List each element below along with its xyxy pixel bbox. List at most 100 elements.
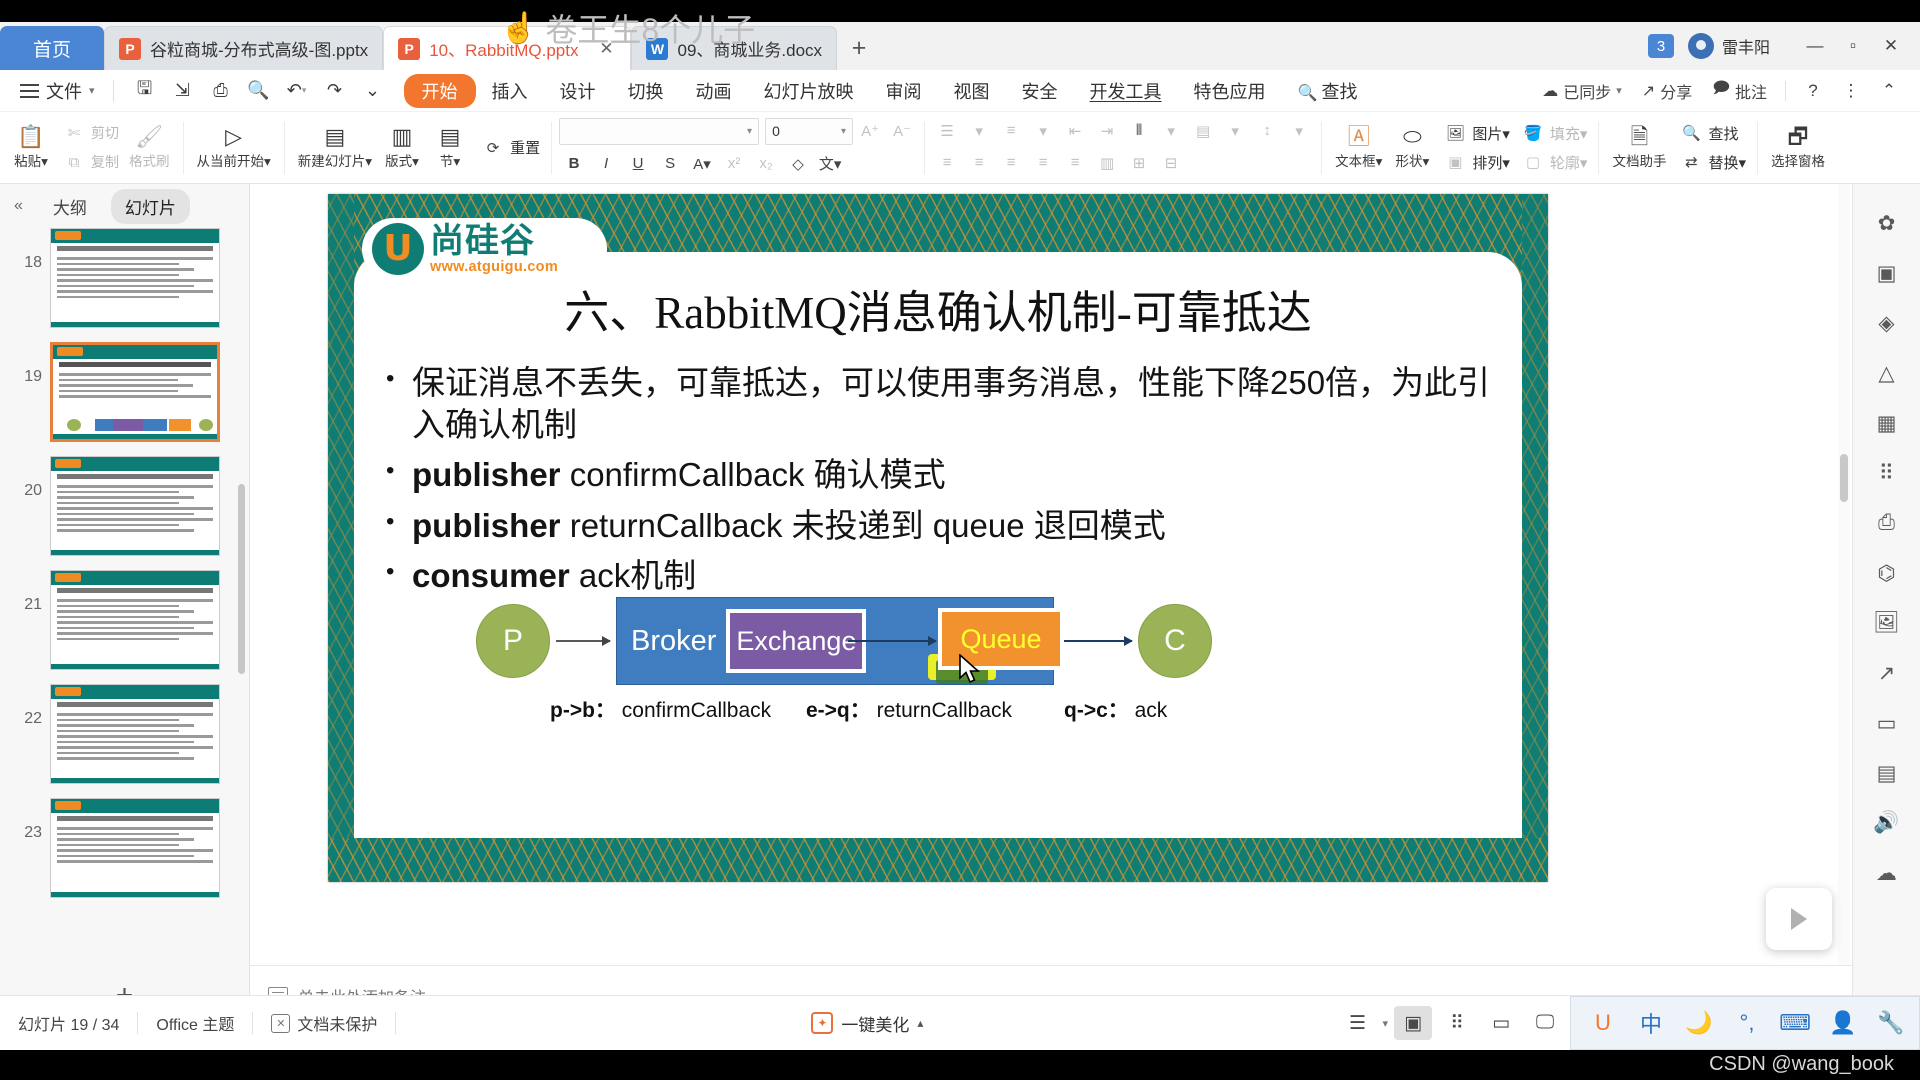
- slide-sorter-button[interactable]: ⠿: [1438, 1006, 1476, 1040]
- reset-button[interactable]: ⟳ 重置: [478, 135, 540, 161]
- select-pane-button[interactable]: 🗗 选择窗格: [1765, 125, 1831, 170]
- tab-developer-tools[interactable]: 开发工具: [1074, 74, 1178, 108]
- grid-icon[interactable]: ⠿: [1867, 456, 1907, 490]
- theme-label[interactable]: Office 主题: [138, 1011, 252, 1035]
- bold-icon[interactable]: B: [559, 151, 589, 177]
- keyboard-icon[interactable]: ⌨: [1779, 1009, 1811, 1037]
- document-tab-0[interactable]: P 谷粒商城-分布式高级-图.pptx: [104, 26, 384, 70]
- strikethrough-icon[interactable]: S: [655, 151, 685, 177]
- redo-icon[interactable]: ↷: [318, 75, 352, 107]
- shape-icon[interactable]: ◈: [1867, 306, 1907, 340]
- justify-icon[interactable]: ≡: [1028, 150, 1058, 176]
- format-painter-button[interactable]: 🖌 格式刷: [123, 125, 176, 170]
- triangle-icon[interactable]: △: [1867, 356, 1907, 390]
- chevron-down-icon[interactable]: ▾: [964, 118, 994, 144]
- increase-indent-icon[interactable]: ⇥: [1092, 118, 1122, 144]
- doc-assistant-button[interactable]: 🗎 文档助手: [1606, 125, 1672, 170]
- align-center-icon[interactable]: ≡: [964, 150, 994, 176]
- print-preview-icon[interactable]: 🔍: [242, 75, 276, 107]
- superscript-icon[interactable]: x²: [719, 151, 749, 177]
- current-slide[interactable]: U 尚硅谷 www.atguigu.com 六、RabbitMQ消息确认机制-可…: [328, 194, 1548, 882]
- document-protection-status[interactable]: ✕ 文档未保护: [253, 1011, 395, 1035]
- font-family-input[interactable]: ▾: [559, 117, 760, 145]
- tab-featured-apps[interactable]: 特色应用: [1178, 74, 1282, 108]
- paste-button[interactable]: 📋 粘贴▾: [7, 125, 55, 170]
- tab-insert[interactable]: 插入: [476, 74, 544, 108]
- file-menu-button[interactable]: 文件 ▾: [14, 78, 101, 104]
- replace-button[interactable]: ⇄ 替换▾: [1676, 149, 1746, 175]
- document-tab-1[interactable]: P 10、RabbitMQ.pptx ✕: [383, 26, 632, 70]
- find-button[interactable]: 🔍 查找: [1676, 120, 1746, 146]
- align-right-icon[interactable]: ≡: [996, 150, 1026, 176]
- decrease-indent-icon[interactable]: ⇤: [1060, 118, 1090, 144]
- avatar[interactable]: [1687, 33, 1714, 59]
- text-box-button[interactable]: 🄰 文本框▾: [1329, 125, 1388, 170]
- slide-thumbnail[interactable]: [50, 228, 220, 328]
- sound-icon[interactable]: 🔊: [1867, 806, 1907, 840]
- collapse-panel-icon[interactable]: «: [8, 197, 29, 215]
- bullet-list-icon[interactable]: ☰: [932, 118, 962, 144]
- tab-view[interactable]: 视图: [938, 74, 1006, 108]
- list-item[interactable]: 23: [14, 798, 249, 898]
- list-item[interactable]: 18: [14, 228, 249, 328]
- section-button[interactable]: ▤ 节▾: [426, 125, 474, 170]
- export-icon[interactable]: ↗: [1867, 656, 1907, 690]
- one-click-beautify-button[interactable]: ✦ 一键美化 ▴: [811, 1011, 923, 1036]
- exchange-box[interactable]: Exchange: [726, 609, 867, 673]
- align-left-icon[interactable]: ≡: [932, 150, 962, 176]
- font-color-icon[interactable]: A▾: [687, 151, 717, 177]
- username-label[interactable]: 雷丰阳: [1722, 34, 1770, 58]
- screenshot-icon[interactable]: ▭: [1867, 706, 1907, 740]
- save-icon[interactable]: 🖫: [128, 75, 162, 107]
- rabbitmq-flow-diagram[interactable]: P Broker Exchange Queue C p->b： confirmC…: [328, 594, 1548, 754]
- tab-start[interactable]: 开始: [403, 73, 476, 108]
- presenter-view-button[interactable]: 🖵: [1526, 1006, 1564, 1040]
- help-icon[interactable]: ?: [1794, 75, 1832, 107]
- resource-icon[interactable]: ▤: [1867, 756, 1907, 790]
- slide-thumbnail-list[interactable]: 18 19 20 21 22 23: [0, 228, 249, 967]
- smart-toolbox-icon[interactable]: ✿: [1867, 206, 1907, 240]
- media-icon[interactable]: ▣: [1867, 256, 1907, 290]
- minimize-button[interactable]: —: [1796, 30, 1834, 62]
- normal-view-button[interactable]: ▣: [1394, 1006, 1433, 1040]
- scrollbar-thumb[interactable]: [1840, 454, 1848, 502]
- slide-thumbnail[interactable]: [50, 570, 220, 670]
- queue-box[interactable]: Queue: [938, 608, 1064, 670]
- close-icon[interactable]: ✕: [596, 39, 616, 59]
- image-icon[interactable]: 🖼: [1867, 606, 1907, 640]
- close-window-button[interactable]: ✕: [1872, 30, 1910, 62]
- start-from-current-button[interactable]: ▷ 从当前开始▾: [191, 125, 277, 170]
- tab-slideshow[interactable]: 幻灯片放映: [748, 74, 870, 108]
- chevron-down-icon[interactable]: ▾: [1383, 1017, 1389, 1030]
- chevron-down-icon[interactable]: ▾: [1284, 118, 1314, 144]
- cut-button[interactable]: ✄ 剪切: [59, 120, 119, 146]
- smartart-icon[interactable]: ⊟: [1156, 150, 1186, 176]
- list-item[interactable]: 22: [14, 684, 249, 784]
- text-direction-icon[interactable]: ⦀: [1124, 118, 1154, 144]
- subscript-icon[interactable]: x₂: [751, 151, 781, 177]
- underline-icon[interactable]: U: [623, 151, 653, 177]
- chart-icon[interactable]: ⎙: [1867, 506, 1907, 540]
- more-options-icon[interactable]: ⋮: [1832, 75, 1870, 107]
- slide-thumbnail[interactable]: [50, 456, 220, 556]
- menu-search-button[interactable]: 🔍 查找: [1282, 74, 1374, 108]
- slide-thumbnail[interactable]: [50, 798, 220, 898]
- tab-design[interactable]: 设计: [544, 74, 612, 108]
- cloud-icon[interactable]: ☁: [1867, 856, 1907, 890]
- slide-bullet-list[interactable]: • 保证消息不丢失，可靠抵达，可以使用事务消息，性能下降250倍，为此引入确认机…: [386, 362, 1508, 605]
- moon-icon[interactable]: 🌙: [1685, 1009, 1713, 1037]
- wps-input-icon[interactable]: U: [1589, 1009, 1617, 1037]
- floating-video-button[interactable]: [1766, 888, 1832, 950]
- punctuation-icon[interactable]: °,: [1733, 1009, 1761, 1037]
- clear-format-icon[interactable]: ◇: [783, 151, 813, 177]
- list-item[interactable]: • publisher confirmCallback 确认模式: [386, 454, 1508, 496]
- share-button[interactable]: ↗ 分享: [1632, 79, 1702, 103]
- table-icon[interactable]: ▦: [1867, 406, 1907, 440]
- save-as-icon[interactable]: ⇲: [166, 75, 200, 107]
- vertical-align-icon[interactable]: ⊞: [1124, 150, 1154, 176]
- list-item[interactable]: • publisher returnCallback 未投递到 queue 退回…: [386, 505, 1508, 547]
- producer-node[interactable]: P: [476, 604, 550, 678]
- outline-button[interactable]: ▢ 轮廓▾: [1518, 149, 1588, 175]
- tab-outline[interactable]: 大纲: [39, 189, 101, 224]
- slide-area-scrollbar[interactable]: [1838, 184, 1850, 965]
